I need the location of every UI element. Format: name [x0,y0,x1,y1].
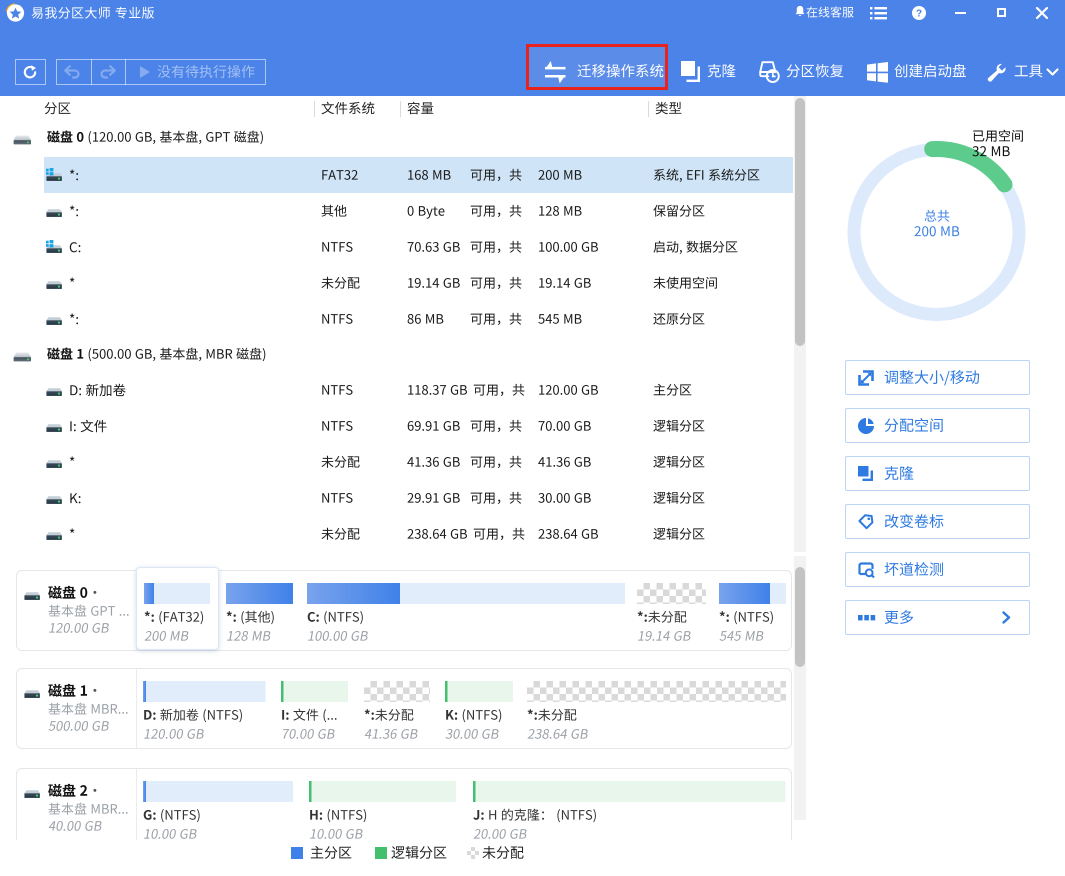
svg-text:?: ? [916,9,922,20]
